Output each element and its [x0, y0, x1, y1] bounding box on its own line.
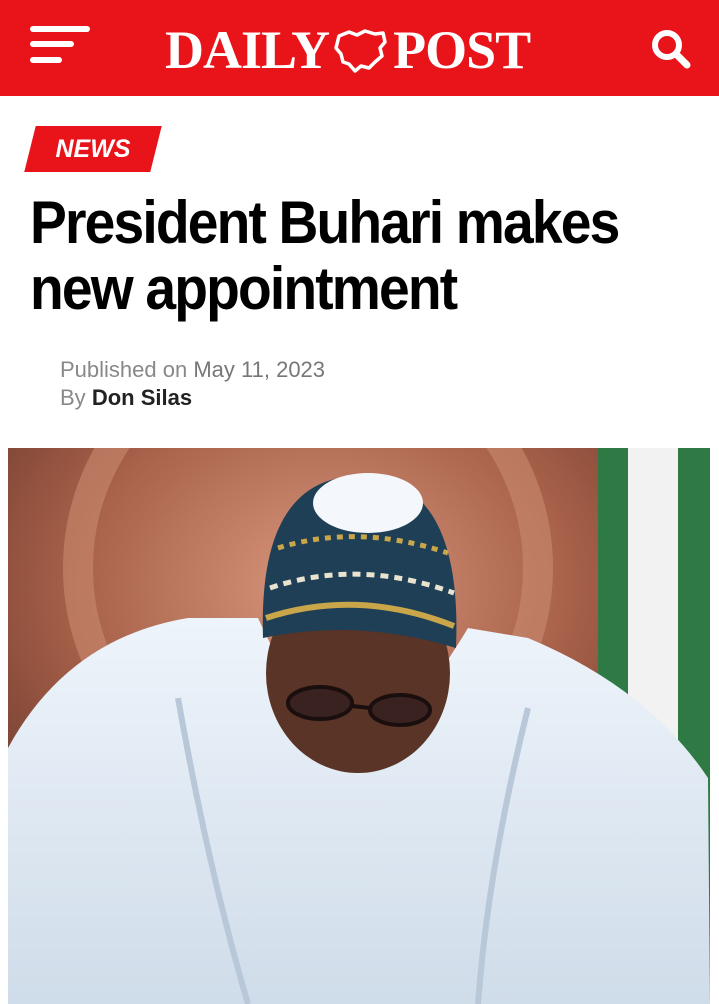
publish-line: Published on May 11, 2023 — [60, 356, 325, 384]
article-headline: President Buhari makes new appointment — [30, 189, 620, 322]
article-featured-image[interactable] — [8, 448, 710, 1004]
hamburger-menu-icon[interactable] — [30, 26, 92, 66]
logo-text-daily: DAILY — [165, 20, 330, 80]
site-logo[interactable]: DAILY POST — [165, 20, 531, 80]
top-navigation-bar: DAILY POST — [0, 0, 719, 96]
category-badge[interactable]: NEWS — [30, 126, 156, 172]
author-link[interactable]: Don Silas — [92, 385, 192, 410]
published-date: May 11, 2023 — [193, 357, 326, 382]
published-prefix: Published on — [60, 357, 188, 382]
byline: By Don Silas — [60, 384, 325, 412]
nigeria-map-icon — [334, 29, 387, 73]
by-prefix: By — [60, 385, 86, 410]
logo-text-post: POST — [393, 20, 531, 80]
search-icon[interactable] — [650, 28, 692, 70]
article-meta: Published on May 11, 2023 By Don Silas — [60, 356, 325, 412]
